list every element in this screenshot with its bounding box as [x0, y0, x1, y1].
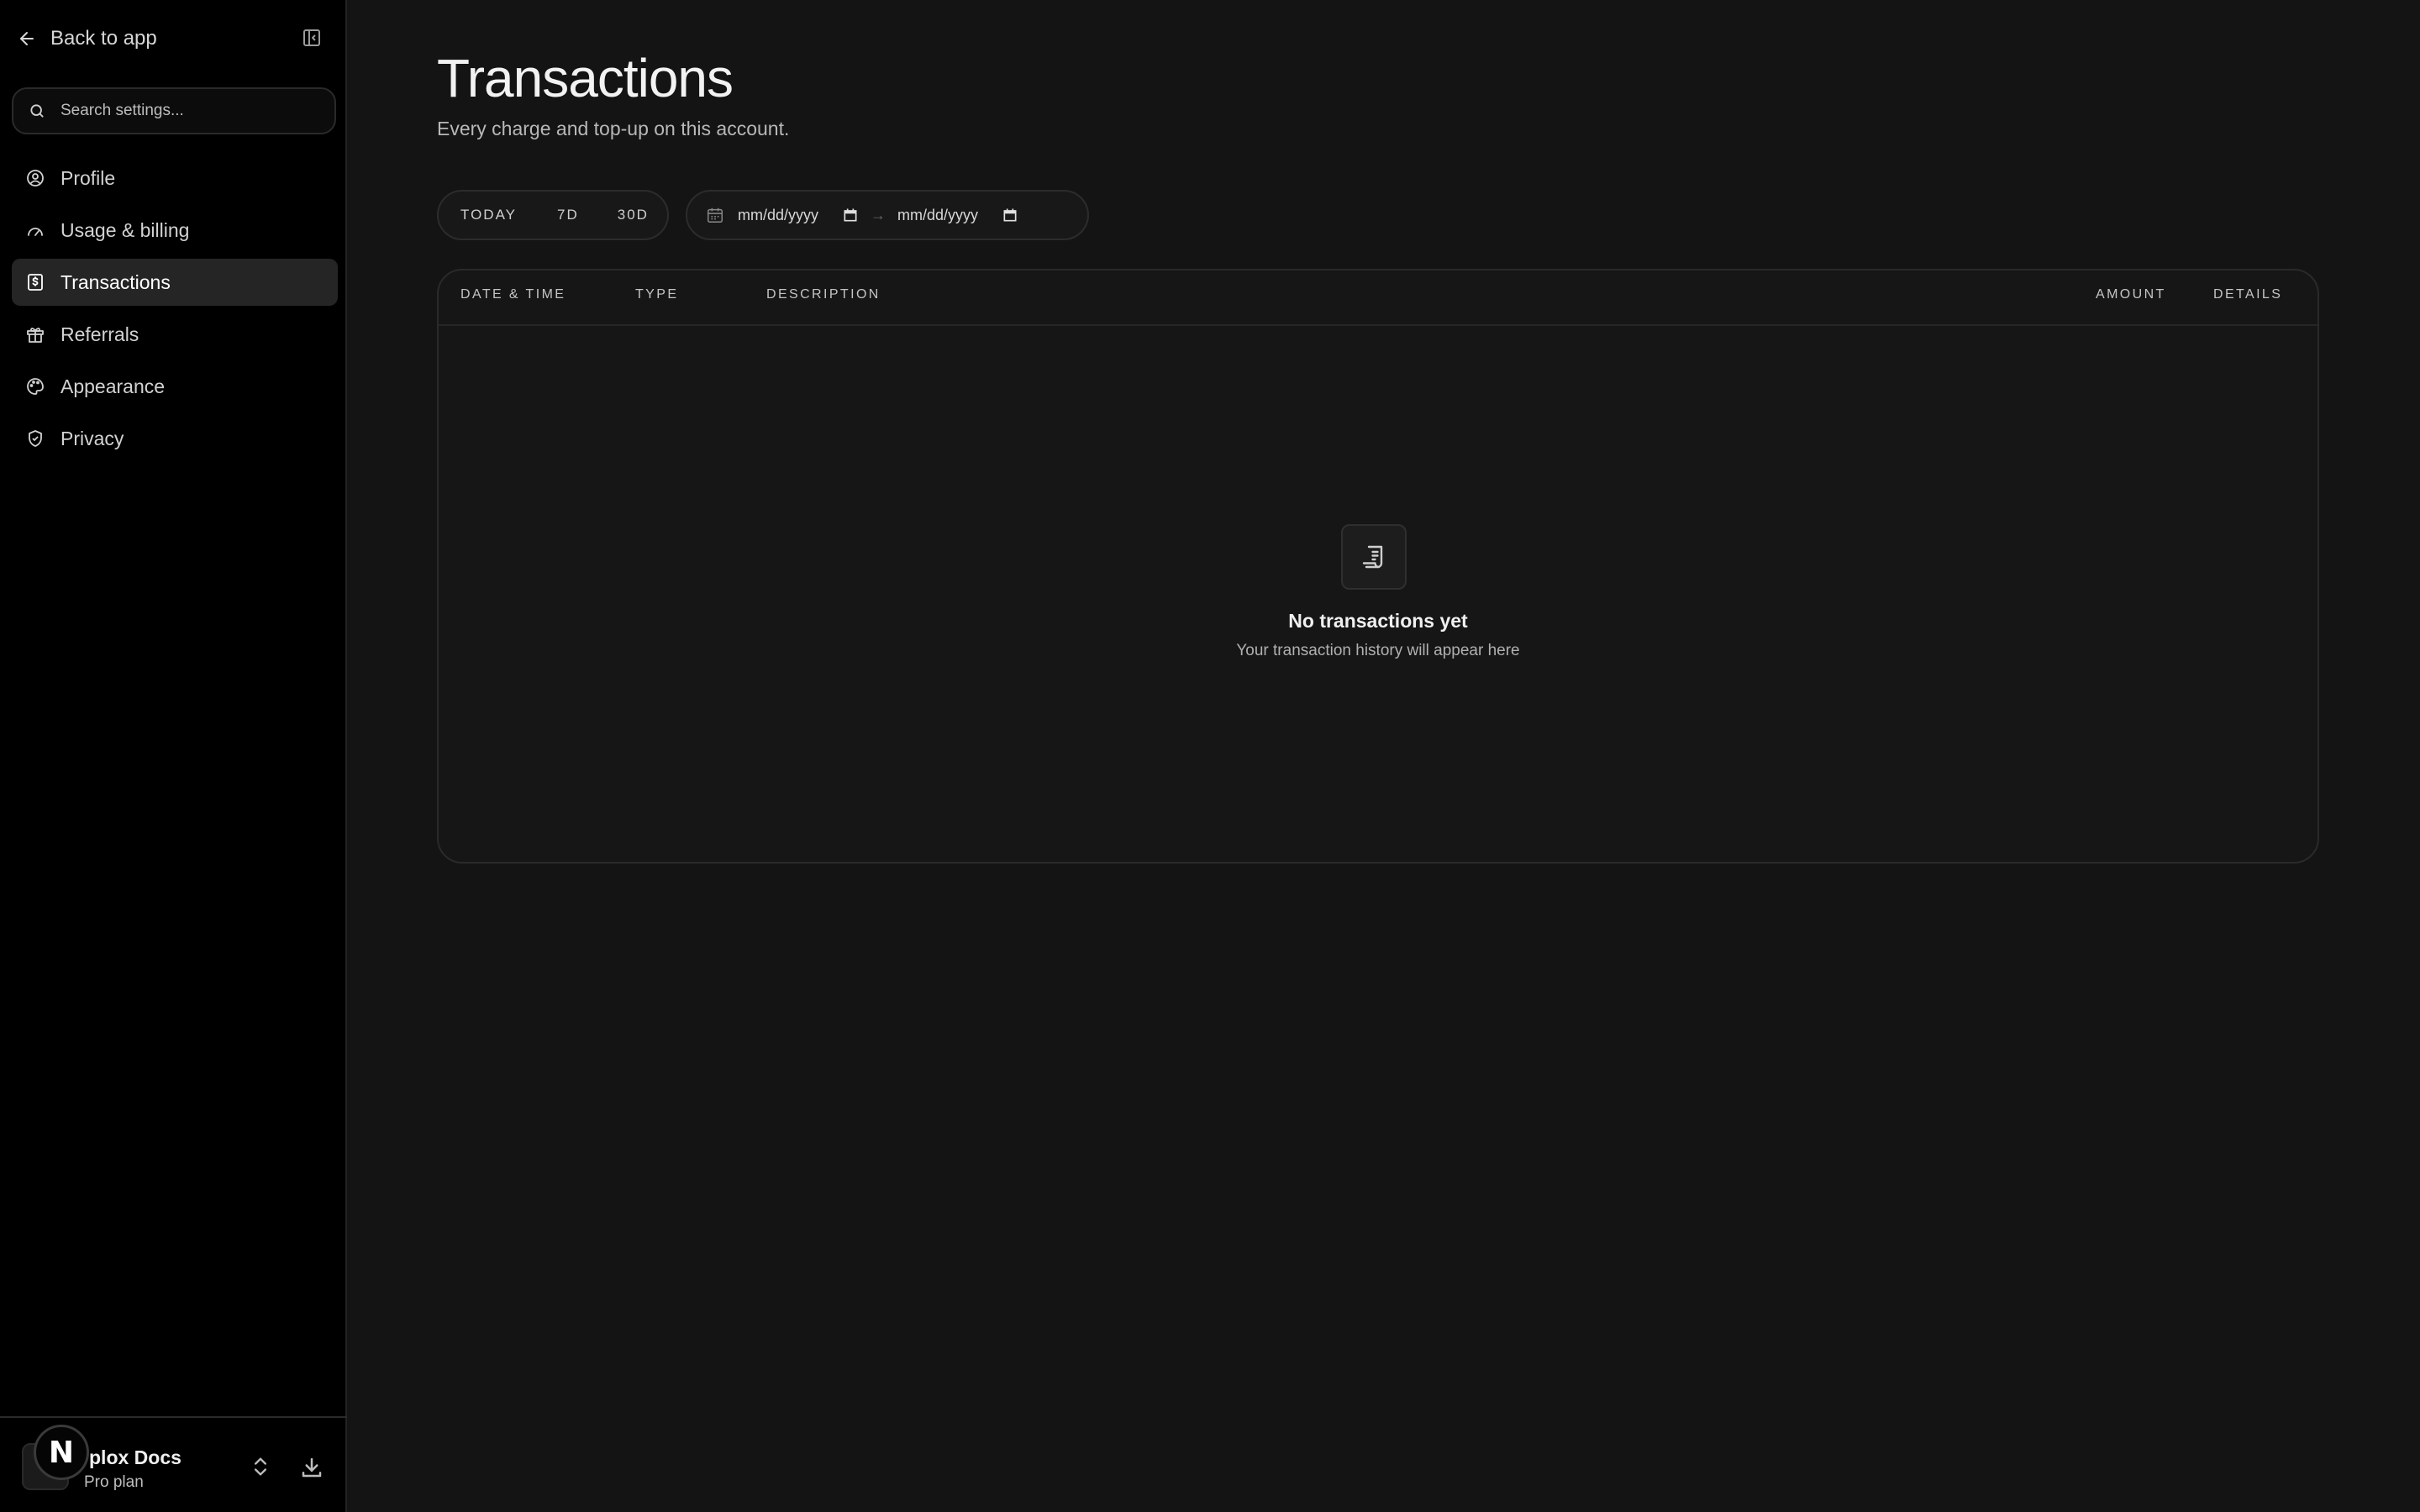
sidebar-collapse-icon — [303, 29, 320, 46]
workspace-plan: Pro plan — [84, 1473, 144, 1491]
arrow-left-icon — [20, 32, 34, 45]
page-title: Transactions — [437, 48, 734, 108]
sidebar-item-label: Appearance — [60, 375, 166, 397]
sidebar-item-label: Profile — [60, 166, 116, 189]
column-header-date-time[interactable]: DATE & TIME — [460, 287, 566, 302]
date-from-input[interactable]: mm/dd/yyyy — [738, 207, 859, 224]
gift-icon — [27, 328, 44, 343]
date-to-input[interactable]: mm/dd/yyyy — [897, 207, 1018, 224]
sidebar-item-profile[interactable]: Profile — [12, 155, 338, 202]
user-circle-icon — [27, 170, 44, 186]
back-to-app-label: Back to app — [50, 27, 157, 50]
calendar-picker-icon[interactable] — [842, 207, 859, 223]
workspace-switcher[interactable]: N plox Docs Pro plan — [0, 1416, 347, 1512]
palette-icon — [27, 378, 44, 395]
range-30d-button[interactable]: 30D — [618, 207, 649, 223]
chevrons-up-down-icon[interactable] — [249, 1455, 272, 1478]
workspace-name: plox Docs — [89, 1446, 182, 1468]
column-header-details: DETAILS — [2213, 287, 2283, 302]
calendar-icon — [708, 207, 723, 223]
settings-nav: Profile Usage & billing Transactions Ref… — [12, 155, 338, 467]
back-to-app-link[interactable]: Back to app — [17, 24, 157, 54]
transactions-table: DATE & TIME TYPE DESCRIPTION AMOUNT DETA… — [437, 269, 2319, 864]
range-7d-button[interactable]: 7D — [557, 207, 579, 223]
sidebar-item-label: Transactions — [60, 270, 171, 293]
empty-state-title: No transactions yet — [1288, 610, 1468, 632]
table-header: DATE & TIME TYPE DESCRIPTION AMOUNT DETA… — [439, 270, 2317, 326]
column-header-type[interactable]: TYPE — [635, 287, 678, 302]
sidebar-item-referrals[interactable]: Referrals — [12, 311, 338, 358]
date-to-value: mm/dd/yyyy — [897, 206, 979, 223]
sidebar-item-label: Usage & billing — [60, 218, 190, 241]
date-separator: → — [871, 206, 886, 223]
receipt-icon — [1341, 524, 1407, 590]
sidebar-item-privacy[interactable]: Privacy — [12, 415, 338, 462]
shield-check-icon — [29, 430, 42, 447]
calendar-picker-icon[interactable] — [1002, 207, 1018, 223]
range-today-button[interactable]: TODAY — [460, 207, 517, 223]
sidebar-item-appearance[interactable]: Appearance — [12, 363, 338, 410]
date-range-picker: mm/dd/yyyy → mm/dd/yyyy — [686, 190, 1089, 240]
sidebar-item-transactions[interactable]: Transactions — [12, 259, 338, 306]
sidebar-item-label: Privacy — [60, 427, 124, 449]
avatar[interactable]: N — [34, 1425, 89, 1480]
collapse-sidebar-button[interactable] — [297, 24, 326, 52]
column-header-amount[interactable]: AMOUNT — [2096, 287, 2166, 302]
dollar-receipt-icon — [28, 274, 43, 291]
column-header-description[interactable]: DESCRIPTION — [766, 287, 881, 302]
settings-search[interactable] — [12, 87, 336, 134]
sidebar-item-label: Referrals — [60, 323, 139, 345]
download-icon[interactable] — [299, 1455, 324, 1480]
search-icon — [30, 104, 44, 118]
sidebar-item-usage-billing[interactable]: Usage & billing — [12, 207, 338, 254]
date-from-value: mm/dd/yyyy — [738, 206, 819, 223]
gauge-icon — [28, 228, 43, 236]
settings-sidebar: Back to app Profile Usage & billing Tran… — [0, 0, 347, 1512]
quick-range-group: TODAY 7D 30D — [437, 190, 669, 240]
search-input[interactable] — [59, 101, 331, 121]
page-subtitle: Every charge and top-up on this account. — [437, 118, 790, 139]
empty-state-subtitle: Your transaction history will appear her… — [1236, 642, 1520, 659]
